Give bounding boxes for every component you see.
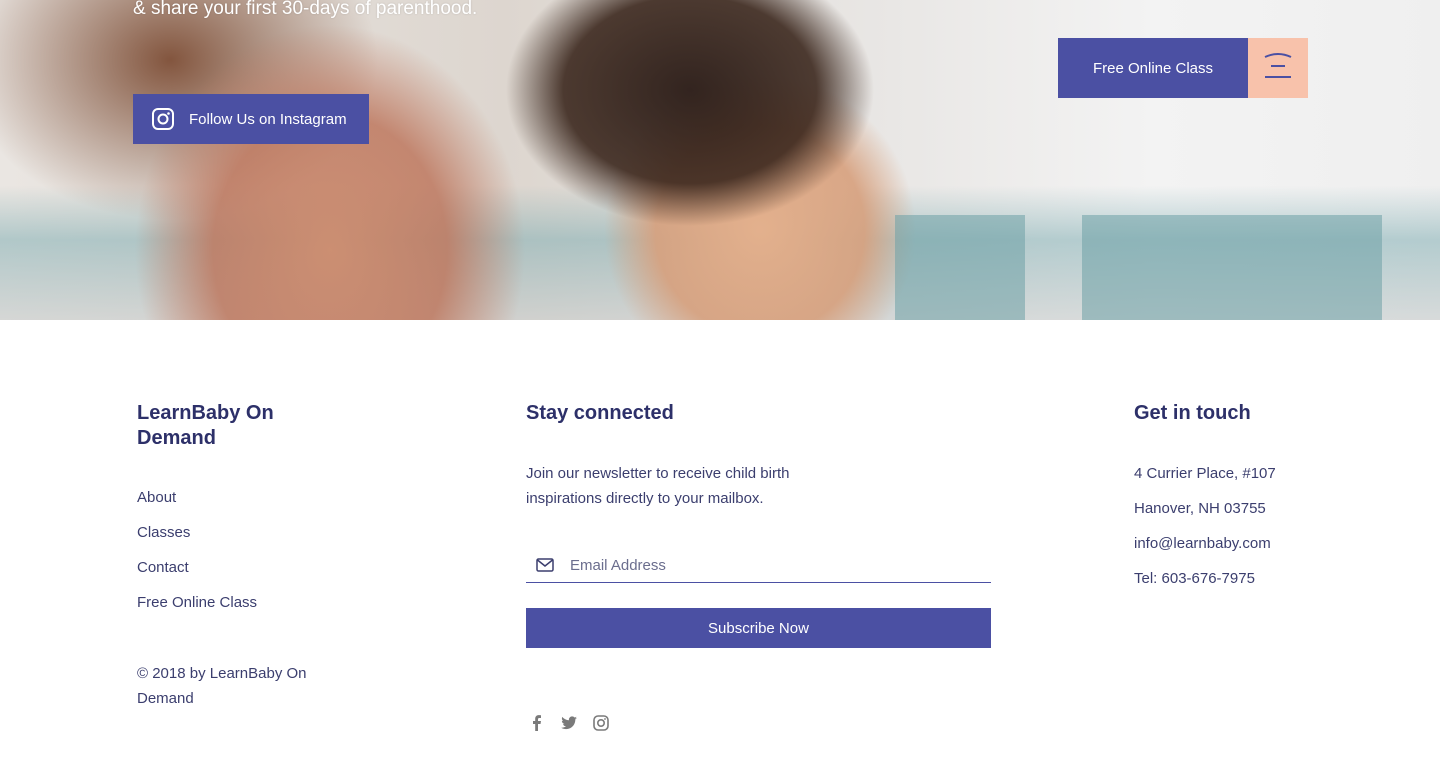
newsletter-description: Join our newsletter to receive child bir… [526, 461, 789, 511]
newsletter-description-line2: inspirations directly to your mailbox. [526, 490, 764, 507]
brand-title-line1: LearnBaby On [137, 402, 274, 424]
instagram-icon [151, 107, 175, 131]
background-window [895, 215, 1025, 320]
email-field[interactable] [526, 548, 991, 583]
hamburger-wave-icon [1263, 52, 1293, 85]
footer-link-free-online-class[interactable]: Free Online Class [137, 594, 257, 611]
contact-email-link[interactable]: info@learnbaby.com [1134, 531, 1271, 556]
menu-button[interactable] [1248, 38, 1308, 98]
newsletter-description-line1: Join our newsletter to receive child bir… [526, 465, 790, 482]
copyright-line1: © 2018 by LearnBaby On [137, 665, 307, 682]
contact-address-line1: 4 Currier Place, #107 [1134, 465, 1276, 482]
follow-instagram-label: Follow Us on Instagram [189, 110, 347, 128]
subscribe-button[interactable]: Subscribe Now [526, 608, 991, 648]
background-window [1082, 215, 1382, 320]
footer-link-contact[interactable]: Contact [137, 559, 189, 576]
newsletter-title: Stay connected [526, 402, 674, 424]
contact-phone: Tel: 603-676-7975 [1134, 570, 1255, 587]
twitter-icon[interactable] [560, 714, 578, 732]
mail-icon [536, 558, 554, 572]
hero-banner: & share your first 30-days of parenthood… [0, 0, 1440, 320]
free-online-class-button[interactable]: Free Online Class [1058, 38, 1248, 98]
hero-caption: & share your first 30-days of parenthood… [133, 0, 478, 19]
brand-title-line2: Demand [137, 427, 216, 449]
contact-title: Get in touch [1134, 402, 1251, 424]
footer-link-about[interactable]: About [137, 489, 176, 506]
instagram-icon[interactable] [592, 714, 610, 732]
follow-instagram-button[interactable]: Follow Us on Instagram [133, 94, 369, 144]
brand-title: LearnBaby On Demand [137, 401, 274, 451]
copyright-line2: Demand [137, 690, 194, 707]
email-input[interactable] [570, 556, 970, 574]
copyright: © 2018 by LearnBaby On Demand [137, 661, 307, 711]
footer-link-classes[interactable]: Classes [137, 524, 190, 541]
facebook-icon[interactable] [528, 714, 546, 732]
contact-address-line2: Hanover, NH 03755 [1134, 500, 1266, 517]
